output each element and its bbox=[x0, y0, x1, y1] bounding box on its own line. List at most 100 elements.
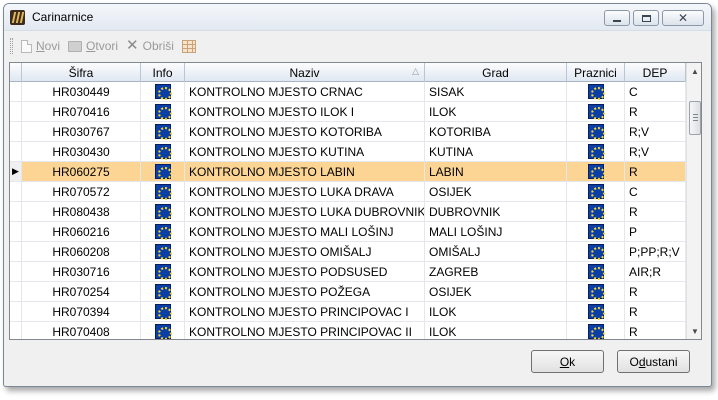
table-row[interactable]: HR070254 KONTROLNO MJESTO POŽEGA OSIJEK R bbox=[10, 282, 686, 302]
cell-sifra[interactable]: HR080438 bbox=[22, 202, 141, 221]
cell-naziv[interactable]: KONTROLNO MJESTO KOTORIBA bbox=[185, 122, 425, 141]
cell-grad[interactable]: KOTORIBA bbox=[425, 122, 567, 141]
cell-praznici[interactable] bbox=[567, 322, 625, 339]
cell-sifra[interactable]: HR030449 bbox=[22, 82, 141, 101]
cell-sifra[interactable]: HR070394 bbox=[22, 302, 141, 321]
cell-dep[interactable]: C bbox=[625, 182, 686, 201]
row-indicator[interactable] bbox=[10, 222, 22, 241]
cell-sifra[interactable]: HR070572 bbox=[22, 182, 141, 201]
scroll-thumb[interactable] bbox=[689, 101, 701, 135]
table-row[interactable]: HR030430 KONTROLNO MJESTO KUTINA KUTINA R;V bbox=[10, 142, 686, 162]
ok-button[interactable]: Ok bbox=[531, 350, 604, 373]
row-indicator[interactable] bbox=[10, 122, 22, 141]
cell-info[interactable] bbox=[141, 102, 185, 121]
row-indicator[interactable] bbox=[10, 202, 22, 221]
cell-grad[interactable]: OSIJEK bbox=[425, 182, 567, 201]
cell-sifra[interactable]: HR060275 bbox=[22, 162, 141, 181]
maximize-button[interactable] bbox=[633, 10, 659, 26]
cell-info[interactable] bbox=[141, 242, 185, 261]
cell-grad[interactable]: ZAGREB bbox=[425, 262, 567, 281]
cell-naziv[interactable]: KONTROLNO MJESTO LUKA DRAVA bbox=[185, 182, 425, 201]
cell-praznici[interactable] bbox=[567, 262, 625, 281]
cell-sifra[interactable]: HR060216 bbox=[22, 222, 141, 241]
cell-info[interactable] bbox=[141, 182, 185, 201]
cell-info[interactable] bbox=[141, 222, 185, 241]
cell-dep[interactable]: P;PP;R;V bbox=[625, 242, 686, 261]
cell-naziv[interactable]: KONTROLNO MJESTO PRINCIPOVAC II bbox=[185, 322, 425, 339]
cell-sifra[interactable]: HR070254 bbox=[22, 282, 141, 301]
cell-dep[interactable]: R bbox=[625, 162, 686, 181]
cell-dep[interactable]: R;V bbox=[625, 122, 686, 141]
cell-naziv[interactable]: KONTROLNO MJESTO MALI LOŠINJ bbox=[185, 222, 425, 241]
cell-dep[interactable]: R bbox=[625, 322, 686, 339]
cell-info[interactable] bbox=[141, 322, 185, 339]
cancel-button[interactable]: Odustani bbox=[617, 350, 690, 373]
row-indicator[interactable] bbox=[10, 302, 22, 321]
cell-naziv[interactable]: KONTROLNO MJESTO OMIŠALJ bbox=[185, 242, 425, 261]
cell-grad[interactable]: SISAK bbox=[425, 82, 567, 101]
cell-grad[interactable]: OSIJEK bbox=[425, 282, 567, 301]
cell-naziv[interactable]: KONTROLNO MJESTO PODSUSED bbox=[185, 262, 425, 281]
row-indicator[interactable] bbox=[10, 182, 22, 201]
cell-praznici[interactable] bbox=[567, 122, 625, 141]
column-header-grad[interactable]: Grad bbox=[425, 63, 567, 82]
table-row[interactable]: HR060216 KONTROLNO MJESTO MALI LOŠINJ MALI… bbox=[10, 222, 686, 242]
cell-grad[interactable]: OMIŠALJ bbox=[425, 242, 567, 261]
cell-info[interactable] bbox=[141, 302, 185, 321]
column-header-praznici[interactable]: Praznici bbox=[567, 63, 625, 82]
app-icon[interactable] bbox=[10, 10, 25, 25]
row-indicator[interactable] bbox=[10, 102, 22, 121]
cell-info[interactable] bbox=[141, 122, 185, 141]
row-indicator[interactable] bbox=[10, 322, 22, 339]
close-button[interactable]: ✕ bbox=[662, 10, 704, 26]
cell-praznici[interactable] bbox=[567, 282, 625, 301]
cell-dep[interactable]: R bbox=[625, 302, 686, 321]
table-row[interactable]: HR030449 KONTROLNO MJESTO CRNAC SISAK C bbox=[10, 82, 686, 102]
cell-grad[interactable]: MALI LOŠINJ bbox=[425, 222, 567, 241]
cell-sifra[interactable]: HR030767 bbox=[22, 122, 141, 141]
column-header-naziv[interactable]: Naziv △ bbox=[185, 63, 425, 82]
cell-info[interactable] bbox=[141, 142, 185, 161]
cell-dep[interactable]: R;V bbox=[625, 142, 686, 161]
cell-praznici[interactable] bbox=[567, 202, 625, 221]
table-row[interactable]: HR070572 KONTROLNO MJESTO LUKA DRAVA OSIJE… bbox=[10, 182, 686, 202]
cell-dep[interactable]: R bbox=[625, 102, 686, 121]
row-indicator[interactable] bbox=[10, 242, 22, 261]
cell-dep[interactable]: P bbox=[625, 222, 686, 241]
new-button[interactable]: Novi bbox=[21, 39, 60, 53]
row-indicator[interactable] bbox=[10, 282, 22, 301]
scroll-down-icon[interactable]: ▼ bbox=[687, 323, 701, 339]
cell-praznici[interactable] bbox=[567, 242, 625, 261]
cell-praznici[interactable] bbox=[567, 222, 625, 241]
cell-sifra[interactable]: HR030716 bbox=[22, 262, 141, 281]
cell-grad[interactable]: ILOK bbox=[425, 322, 567, 339]
vertical-scrollbar[interactable]: ▲ ▼ bbox=[686, 63, 701, 339]
row-indicator[interactable] bbox=[10, 82, 22, 101]
grid-layout-button[interactable] bbox=[181, 39, 196, 53]
column-header-sifra[interactable]: Šifra bbox=[22, 63, 141, 82]
cell-grad[interactable]: LABIN bbox=[425, 162, 567, 181]
scroll-up-icon[interactable]: ▲ bbox=[687, 63, 701, 79]
cell-naziv[interactable]: KONTROLNO MJESTO KUTINA bbox=[185, 142, 425, 161]
minimize-button[interactable] bbox=[604, 10, 630, 26]
cell-praznici[interactable] bbox=[567, 102, 625, 121]
cell-grad[interactable]: DUBROVNIK bbox=[425, 202, 567, 221]
cell-naziv[interactable]: KONTROLNO MJESTO CRNAC bbox=[185, 82, 425, 101]
table-row[interactable]: HR070416 KONTROLNO MJESTO ILOK I ILOK R bbox=[10, 102, 686, 122]
title-bar[interactable]: Carinarnice ✕ bbox=[4, 4, 711, 31]
table-row[interactable]: HR060208 KONTROLNO MJESTO OMIŠALJ OMIŠALJ P… bbox=[10, 242, 686, 262]
cell-grad[interactable]: ILOK bbox=[425, 302, 567, 321]
cell-grad[interactable]: ILOK bbox=[425, 102, 567, 121]
cell-naziv[interactable]: KONTROLNO MJESTO ILOK I bbox=[185, 102, 425, 121]
cell-dep[interactable]: AIR;R bbox=[625, 262, 686, 281]
cell-praznici[interactable] bbox=[567, 142, 625, 161]
row-indicator[interactable]: ▶ bbox=[10, 162, 22, 181]
cell-praznici[interactable] bbox=[567, 302, 625, 321]
table-row[interactable]: HR070408 KONTROLNO MJESTO PRINCIPOVAC II I… bbox=[10, 322, 686, 339]
delete-button[interactable]: ✕ Obriši bbox=[126, 38, 174, 53]
cell-praznici[interactable] bbox=[567, 162, 625, 181]
cell-sifra[interactable]: HR070416 bbox=[22, 102, 141, 121]
cell-sifra[interactable]: HR060208 bbox=[22, 242, 141, 261]
cell-info[interactable] bbox=[141, 262, 185, 281]
cell-dep[interactable]: R bbox=[625, 202, 686, 221]
